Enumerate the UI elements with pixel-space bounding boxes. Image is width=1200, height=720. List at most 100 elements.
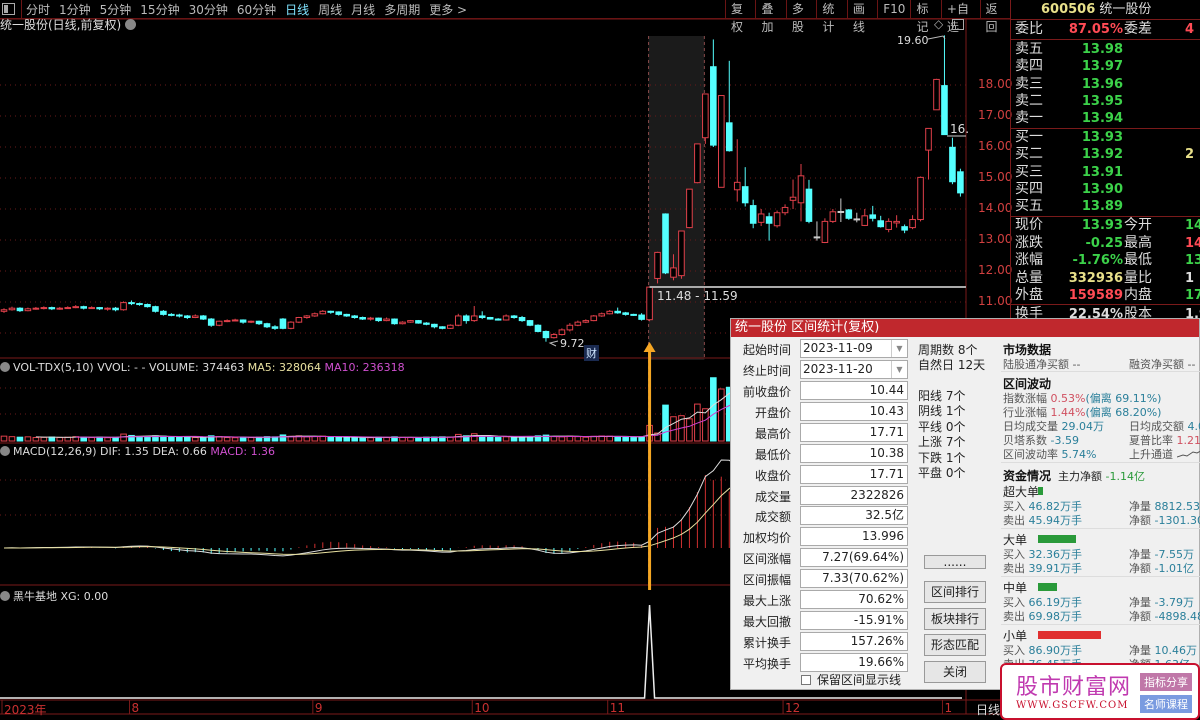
field-label: 最低价 <box>754 447 791 462</box>
dropdown-arrow-icon[interactable]: ▼ <box>891 361 907 378</box>
field-value[interactable]: 10.43 <box>800 401 908 421</box>
start-date-select[interactable]: 2023-11-09 ▼ <box>800 339 908 358</box>
margin-value: -- <box>1187 358 1196 371</box>
field-value[interactable]: 7.33(70.62%) <box>800 569 908 589</box>
field-value[interactable]: 7.27(69.64%) <box>800 548 908 568</box>
candle-body <box>136 303 143 306</box>
quote-label: 卖五 <box>1015 41 1043 57</box>
candle-body <box>885 220 892 230</box>
candle-body <box>255 320 263 325</box>
volume-bar <box>279 434 287 442</box>
volume-bar <box>383 437 390 442</box>
quote-label: 卖三 <box>1015 75 1043 92</box>
quote-row: 买四 13.90 <box>1015 181 1200 198</box>
candle-body <box>383 318 390 322</box>
candle-body <box>335 311 343 315</box>
candle-body <box>287 321 295 329</box>
period-tab[interactable]: 5分钟 <box>100 1 132 18</box>
rank-button[interactable]: 板块排行 <box>924 608 986 630</box>
end-date-select[interactable]: 2023-11-20 ▼ <box>800 360 908 379</box>
candle-body <box>765 216 773 224</box>
quote-label: 外盘 <box>1015 287 1043 303</box>
field-value[interactable]: 157.26% <box>800 631 908 651</box>
field-value[interactable]: 10.44 <box>800 381 908 400</box>
rank-button[interactable]: 形态匹配 <box>924 634 986 656</box>
quote-label: 最低 <box>1124 252 1152 268</box>
field-value[interactable]: 70.62% <box>800 590 908 609</box>
period-tab[interactable]: 周线 <box>318 1 342 18</box>
dropdown-arrow-icon[interactable]: ▼ <box>891 340 907 357</box>
volume-bar <box>199 436 207 442</box>
panel-toggle-icon[interactable] <box>2 3 15 15</box>
finance-event-badge[interactable]: 财 <box>584 345 599 361</box>
toolbar-button[interactable]: 返回 <box>979 0 1010 34</box>
period-tab[interactable]: 多周期 <box>384 1 420 18</box>
macd-indicator-header: MACD(12,26,9) DIF: 1.35 DEA: 0.66 MACD: … <box>0 445 275 458</box>
toolbar-button[interactable]: 统计 <box>816 0 846 34</box>
period-tab[interactable]: 分时 <box>26 1 50 18</box>
quote-value: 13 <box>1185 253 1200 268</box>
diamond-icon[interactable]: ◇ <box>934 17 943 31</box>
date-tick-label: 8 <box>131 701 140 715</box>
ad-tag-share[interactable]: 指标分享 <box>1140 673 1192 691</box>
field-value[interactable]: 32.5亿 <box>800 506 908 526</box>
candle-body <box>88 307 95 310</box>
candle-body <box>917 176 924 221</box>
quote-label: 买四 <box>1015 180 1043 197</box>
volume-bar <box>311 435 319 442</box>
toolbar-button[interactable]: 画线 <box>846 0 877 34</box>
field-value[interactable]: 13.996 <box>800 527 908 547</box>
field-value[interactable]: 19.66% <box>800 652 908 672</box>
more-button[interactable]: ...... <box>924 555 986 569</box>
field-value[interactable]: 2322826 <box>800 485 908 505</box>
watermark-ad[interactable]: 股市财富网 WWW.GSCFW.COM 指标分享 名师课程 <box>1000 663 1200 720</box>
close-button[interactable]: 关闭 <box>924 661 986 683</box>
panel-toggle-icon[interactable] <box>952 19 964 30</box>
toolbar-button[interactable]: F10 <box>877 0 910 19</box>
ad-title: 股市财富网 <box>1016 675 1132 700</box>
dialog-title-bar[interactable]: 统一股份 区间统计(复权) <box>731 319 1199 337</box>
count-item: 平盘 0个 <box>918 466 966 480</box>
period-tab[interactable]: 60分钟 <box>237 1 276 18</box>
volume-bar <box>502 436 510 442</box>
candle-body <box>566 324 574 331</box>
quote-value: 13.90 <box>1081 181 1123 197</box>
candle-body <box>805 188 813 222</box>
toolbar-button[interactable]: 复权 <box>725 0 755 34</box>
checkbox-box[interactable] <box>801 675 811 685</box>
macd-value: MACD: 1.36 <box>210 445 276 458</box>
quote-label: 买一 <box>1015 129 1043 145</box>
ad-tag-course[interactable]: 名师课程 <box>1140 695 1192 713</box>
candle-body <box>311 313 319 317</box>
field-label: 累计换手 <box>742 635 791 650</box>
period-tab[interactable]: 15分钟 <box>140 1 179 18</box>
chevron-down-icon[interactable] <box>0 446 10 456</box>
volume-bar <box>622 436 629 442</box>
period-tab[interactable]: 1分钟 <box>59 1 91 18</box>
chevron-down-icon[interactable] <box>125 19 137 30</box>
price-tick-label: 14.00 <box>978 201 1013 215</box>
quote-row: 卖一 13.94 <box>1015 110 1200 127</box>
quote-row: 委比 87.05% 委差 4 <box>1015 21 1200 38</box>
chevron-down-icon[interactable] <box>0 362 10 372</box>
candle-body <box>454 315 462 326</box>
candle-body <box>909 219 916 229</box>
field-value[interactable]: 10.38 <box>800 443 908 463</box>
candle-body <box>367 317 374 320</box>
period-tab[interactable]: 月线 <box>351 1 375 18</box>
rank-button[interactable]: 区间排行 <box>924 581 986 603</box>
period-tab[interactable]: 日线 <box>285 1 309 18</box>
field-value[interactable]: -15.91% <box>800 610 908 630</box>
divider <box>1011 39 1200 40</box>
volume-bar <box>191 437 199 442</box>
keep-range-lines-checkbox[interactable]: 保留区间显示线 <box>801 671 901 688</box>
toolbar-button[interactable]: +自选 <box>940 0 980 34</box>
toolbar-button[interactable]: 多股 <box>785 0 816 34</box>
toolbar-button[interactable]: 叠加 <box>755 0 785 34</box>
period-tab[interactable]: 30分钟 <box>189 1 228 18</box>
field-value[interactable]: 17.71 <box>800 422 908 442</box>
field-value[interactable]: 17.71 <box>800 464 908 484</box>
chevron-down-icon[interactable] <box>0 591 10 601</box>
quote-label: 卖一 <box>1015 110 1043 127</box>
period-tab[interactable]: 更多 > <box>429 1 467 18</box>
